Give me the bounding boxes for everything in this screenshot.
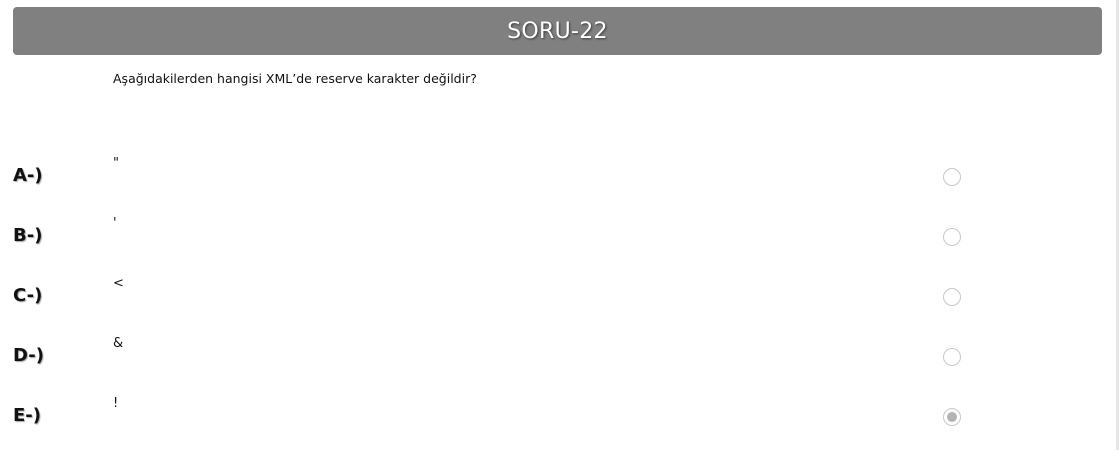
- quiz-page: SORU-22 Aşağıdakilerden hangisi XML’de r…: [0, 0, 1119, 450]
- option-text: !: [113, 396, 119, 411]
- option-letter: B-): [13, 225, 43, 246]
- option-row-c[interactable]: C-) <: [0, 276, 1100, 338]
- option-letter: C-): [13, 285, 43, 306]
- option-text: &: [113, 336, 124, 351]
- option-letter: D-): [13, 345, 44, 366]
- option-e-radio[interactable]: [943, 408, 961, 426]
- option-row-e[interactable]: E-) !: [0, 396, 1100, 450]
- option-letter: A-): [13, 165, 43, 186]
- question-number-title: SORU-22: [507, 18, 608, 44]
- option-row-a[interactable]: A-) ": [0, 156, 1100, 218]
- option-letter: E-): [13, 405, 41, 426]
- option-row-d[interactable]: D-) &: [0, 336, 1100, 398]
- option-c-radio[interactable]: [943, 288, 961, 306]
- option-text: ": [113, 156, 119, 171]
- question-header: SORU-22: [13, 7, 1102, 55]
- question-text: Aşağıdakilerden hangisi XML’de reserve k…: [113, 71, 477, 86]
- option-text: <: [113, 276, 124, 291]
- option-a-radio[interactable]: [943, 168, 961, 186]
- option-b-radio[interactable]: [943, 228, 961, 246]
- option-row-b[interactable]: B-) ': [0, 216, 1100, 278]
- option-d-radio[interactable]: [943, 348, 961, 366]
- option-text: ': [113, 216, 117, 231]
